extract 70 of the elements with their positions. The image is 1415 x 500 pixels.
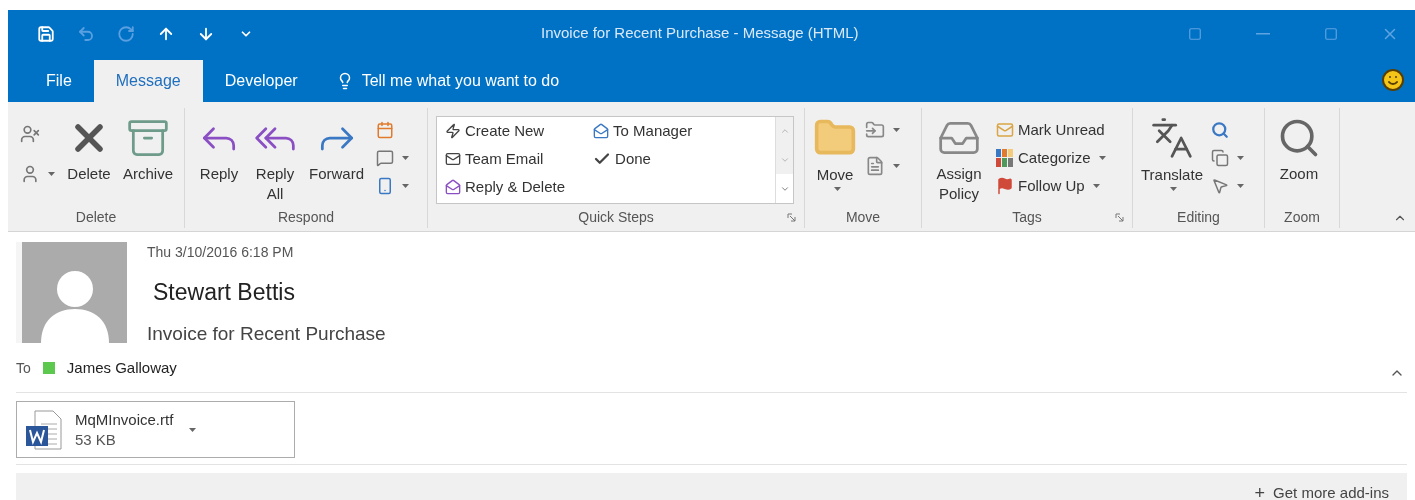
forward-button[interactable]: Forward — [305, 116, 368, 184]
to-label: To — [16, 358, 31, 378]
move-button[interactable]: Move — [813, 116, 857, 191]
reply-button[interactable]: Reply — [193, 116, 245, 184]
minimize-icon — [1256, 32, 1270, 35]
translate-icon — [1150, 116, 1194, 160]
quick-step[interactable]: Reply & Delete — [441, 173, 570, 201]
envelope-icon — [445, 151, 461, 167]
attachment-card[interactable]: MqMInvoice.rtf 53 KB — [16, 401, 295, 458]
message-subject: Invoice for Recent Purchase — [147, 321, 386, 346]
caret-icon — [1170, 186, 1178, 191]
ribbon-tab[interactable]: Message — [93, 60, 203, 102]
tell-me-field[interactable]: Tell me what you want to do — [335, 60, 560, 102]
ignore-icon — [20, 124, 40, 144]
attachment-size: 53 KB — [75, 429, 117, 450]
quick-step[interactable]: Create New — [441, 117, 570, 145]
lightning-icon — [445, 123, 461, 139]
group-label: Respond — [277, 207, 334, 227]
categorize-button[interactable]: Categorize — [992, 144, 1110, 172]
quick-step[interactable]: To Manager — [589, 117, 697, 145]
pointer-icon — [1211, 177, 1229, 195]
phone-icon — [376, 177, 394, 195]
message-date: Thu 3/10/2016 6:18 PM — [147, 243, 295, 262]
caret-icon — [1237, 156, 1244, 160]
group-label: Move — [845, 207, 881, 227]
translate-button[interactable]: Translate — [1141, 116, 1203, 191]
delete-button[interactable]: Delete — [63, 116, 115, 184]
envelope-icon — [996, 121, 1014, 139]
attachment-name: MqMInvoice.rtf — [75, 409, 174, 430]
chat-icon — [376, 149, 394, 167]
dialog-launcher-icon[interactable] — [1115, 213, 1124, 222]
search-icon — [1211, 121, 1229, 139]
reply-all-button[interactable]: Reply All — [249, 116, 301, 204]
ribbon-tab[interactable]: Developer — [202, 60, 320, 102]
group-label: Editing — [1177, 207, 1220, 227]
attachment-menu-icon — [189, 427, 197, 432]
get-addins-link[interactable]: + Get more add-ins — [1254, 479, 1389, 500]
flag-icon — [996, 177, 1014, 195]
group-label: Delete — [75, 207, 117, 227]
dialog-launcher-icon[interactable] — [787, 213, 796, 222]
zoom-button[interactable]: Zoom — [1273, 116, 1325, 184]
ribbon-tab[interactable]: File — [24, 60, 94, 102]
mark-unread-button[interactable]: Mark Unread — [992, 116, 1110, 144]
caret-icon — [1098, 156, 1106, 160]
color-grid-icon — [996, 149, 1014, 167]
quick-step[interactable]: Done — [589, 145, 697, 173]
chevron-down-icon — [779, 155, 790, 165]
word-document-icon — [25, 409, 63, 450]
maximize-icon — [1324, 26, 1338, 41]
sender-name: Stewart Bettis — [153, 278, 296, 307]
calendar-icon — [376, 121, 394, 139]
group-label: Zoom — [1284, 207, 1320, 227]
caret-icon — [893, 164, 900, 168]
smiley-icon[interactable] — [1381, 67, 1405, 92]
group-label: Quick Steps — [578, 207, 654, 227]
window-title: Invoice for Recent Purchase - Message (HTML) — [541, 23, 859, 43]
follow-up-button[interactable]: Follow Up — [992, 172, 1110, 200]
caret-icon — [1237, 184, 1244, 188]
group-label: Tags — [1012, 207, 1042, 227]
caret-icon — [402, 156, 409, 160]
assign-policy-button[interactable]: Assign Policy — [930, 116, 988, 204]
folder-icon — [865, 120, 885, 140]
caret-icon — [48, 172, 55, 176]
caret-icon — [402, 184, 409, 188]
caret-icon — [1092, 184, 1100, 188]
caret-icon — [833, 186, 841, 191]
caret-icon — [893, 128, 900, 132]
recipient-name[interactable]: James Galloway — [66, 356, 177, 380]
quick-step[interactable]: Team Email — [441, 145, 570, 173]
archive-button[interactable]: Archive — [119, 116, 178, 184]
